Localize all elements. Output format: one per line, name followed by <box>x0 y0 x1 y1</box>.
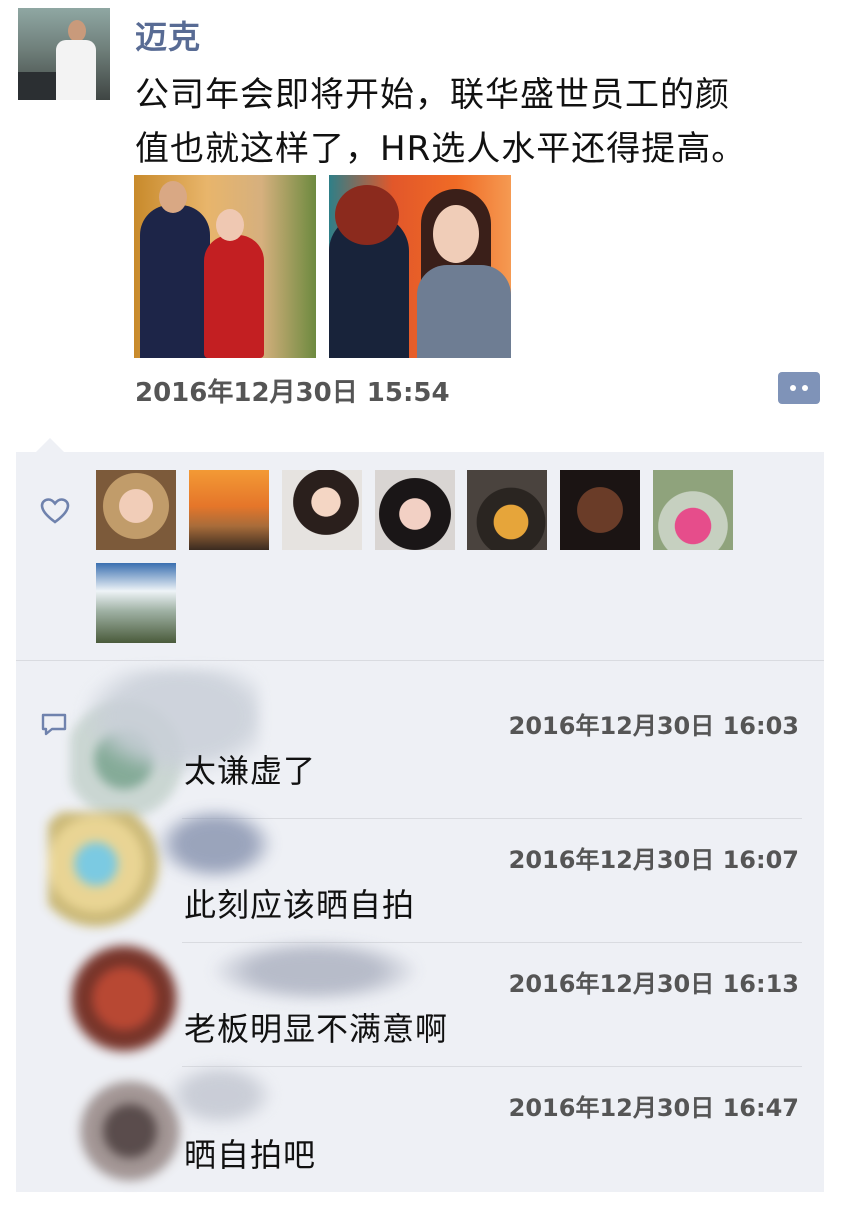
post-text: 公司年会即将开始，联华盛世员工的颜 值也就这样了，HR选人水平还得提高。 <box>135 68 825 176</box>
comment-text: 太谦虚了 <box>184 752 317 790</box>
more-options-button[interactable] <box>778 372 820 404</box>
liker-avatar[interactable] <box>653 470 733 550</box>
comment-timestamp: 2016年12月30日 16:07 <box>508 846 799 874</box>
panel-divider <box>16 660 824 661</box>
author-name[interactable]: 迈克 <box>135 12 201 58</box>
more-options-icon-dot <box>802 385 808 391</box>
avatar-head-shape <box>68 20 86 42</box>
liker-avatar[interactable] <box>96 563 176 643</box>
comment-text: 老板明显不满意啊 <box>184 1010 449 1048</box>
author-avatar[interactable] <box>18 8 110 100</box>
comment-text: 晒自拍吧 <box>184 1136 317 1174</box>
photo-back-hair <box>335 185 399 245</box>
liker-avatar[interactable] <box>282 470 362 550</box>
comment-timestamp: 2016年12月30日 16:03 <box>508 712 799 740</box>
photo-man-head <box>159 181 187 213</box>
post-timestamp: 2016年12月30日 15:54 <box>135 378 450 408</box>
comment-timestamp: 2016年12月30日 16:47 <box>508 1094 799 1122</box>
comment-item[interactable]: 2016年12月30日 16:07 此刻应该晒自拍 <box>0 804 843 942</box>
comment-item[interactable]: 2016年12月30日 16:13 老板明显不满意啊 <box>0 936 843 1070</box>
comment-text: 此刻应该晒自拍 <box>184 886 416 924</box>
photo-man-suit <box>140 205 210 358</box>
photo-woman-dress <box>204 235 264 358</box>
commenter-name-blurred <box>150 804 280 884</box>
comment-item[interactable]: 2016年12月30日 16:03 太谦虚了 <box>0 668 843 818</box>
post-text-line-2: 值也就这样了，HR选人水平还得提高。 <box>135 129 747 169</box>
heart-outline-icon <box>40 498 70 524</box>
liker-avatar[interactable] <box>375 470 455 550</box>
photo-woman-head <box>216 209 244 241</box>
liker-avatar[interactable] <box>560 470 640 550</box>
photo-girl-face <box>433 205 479 263</box>
liker-avatar[interactable] <box>96 470 176 550</box>
liker-avatar[interactable] <box>189 470 269 550</box>
post-photo-2[interactable] <box>329 175 511 358</box>
post-photo-1[interactable] <box>134 175 316 358</box>
comment-item[interactable]: 2016年12月30日 16:47 晒自拍吧 <box>0 1060 843 1196</box>
liker-avatar[interactable] <box>467 470 547 550</box>
commenter-avatar-blurred[interactable] <box>70 940 190 1070</box>
photo-girl-body <box>417 265 511 358</box>
panel-pointer <box>36 438 64 452</box>
avatar-body-shape <box>56 40 96 100</box>
commenter-name-blurred <box>160 1060 280 1130</box>
more-options-icon <box>790 385 796 391</box>
commenter-name-blurred <box>200 936 430 1006</box>
comment-timestamp: 2016年12月30日 16:13 <box>508 970 799 998</box>
post-text-line-1: 公司年会即将开始，联华盛世员工的颜 <box>135 75 730 115</box>
